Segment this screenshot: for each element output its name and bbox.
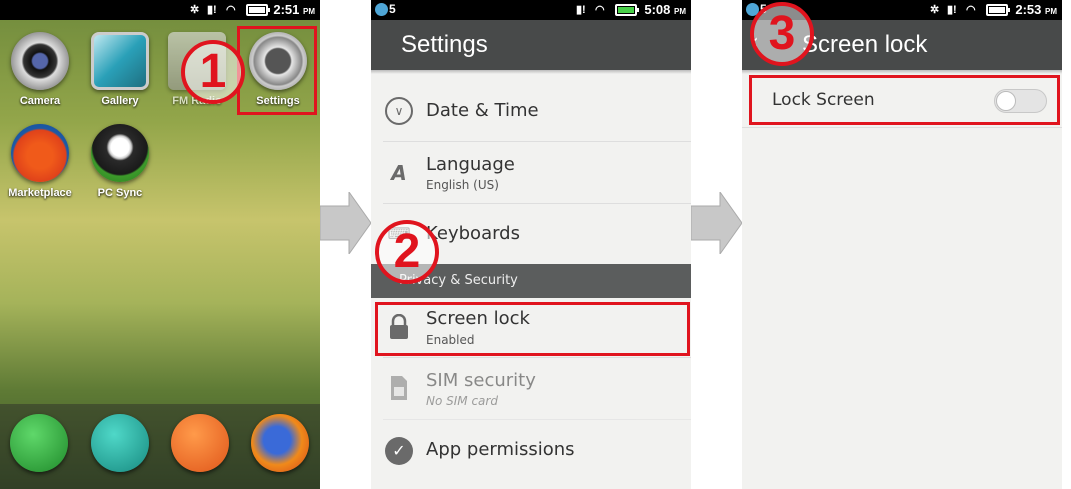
gallery-icon [91,32,149,90]
camera-icon [11,32,69,90]
app-label: Camera [19,95,61,107]
app-label: Gallery [101,95,139,107]
settings-item-date-time[interactable]: ∨ Date & Time [383,80,691,142]
messages-icon[interactable] [91,414,149,472]
sim-icon: ▮! [947,4,957,16]
lock-screen-highlight-box [749,75,1060,125]
screen-lock-panel: 5 ✲ ▮! ◠ 2:53 PM Screen lock ‹ Lock Scre… [742,0,1062,489]
status-bar: 5 ▮! ◠ 5:08 PM [371,0,691,20]
app-marketplace[interactable]: Marketplace [8,124,72,199]
language-icon: A [391,161,407,185]
item-sublabel: English (US) [426,178,499,192]
app-camera[interactable]: Camera [8,32,72,107]
home-screen-panel: ✲ ▮! ◠ 2:51 PM Camera Gallery FM Radio S… [0,0,320,489]
battery-icon [246,4,270,16]
bluetooth-icon: ✲ [190,4,200,16]
app-pc-sync[interactable]: PC Sync [88,124,152,199]
usb-icon [91,124,149,182]
status-time: 2:51 PM [273,2,315,17]
status-time: 5:08 PM [644,2,686,17]
status-bar: ✲ ▮! ◠ 2:51 PM [0,0,320,20]
notification-app-icon [375,3,388,16]
app-label: Marketplace [8,187,72,199]
sim-icon: ▮! [576,4,586,16]
contacts-icon[interactable] [171,414,229,472]
app-label: PC Sync [97,187,143,199]
notification-count: 5 [389,2,396,16]
step-badge-2: 2 [375,220,439,284]
status-time: 2:53 PM [1015,2,1057,17]
sim-icon: ▮! [207,4,217,16]
phone-icon[interactable] [10,414,68,472]
item-sublabel: No SIM card [426,394,498,408]
firefox-icon[interactable] [251,414,309,472]
next-step-arrow [320,192,371,254]
settings-item-sim-security[interactable]: SIM security No SIM card [383,358,691,420]
wifi-icon: ◠ [226,4,236,16]
sim-card-icon [385,375,413,403]
item-label: Language [426,154,515,175]
app-gallery[interactable]: Gallery [88,32,152,107]
next-step-arrow [691,192,742,254]
item-label: App permissions [426,439,575,460]
check-circle-icon: ✓ [385,437,413,465]
wifi-icon: ◠ [595,4,605,16]
page-title: Settings [371,20,691,74]
battery-icon [986,4,1010,16]
bluetooth-icon: ✲ [930,4,940,16]
settings-highlight-box [237,26,317,115]
item-label: Date & Time [426,100,539,121]
step-badge-1: 1 [181,40,245,104]
marketplace-icon [11,124,69,182]
battery-icon [615,4,639,16]
wifi-icon: ◠ [966,4,976,16]
step-badge-3: 3 [750,2,814,66]
clock-icon: ∨ [385,97,413,125]
screen-lock-highlight-box [375,302,690,356]
settings-item-language[interactable]: A Language English (US) [383,142,691,204]
item-label: SIM security [426,370,536,391]
settings-item-app-permissions[interactable]: ✓ App permissions [383,420,691,482]
item-label: Keyboards [426,223,520,244]
settings-panel: 5 ▮! ◠ 5:08 PM Settings ∨ Date & Time A … [371,0,691,489]
dock [0,404,320,489]
